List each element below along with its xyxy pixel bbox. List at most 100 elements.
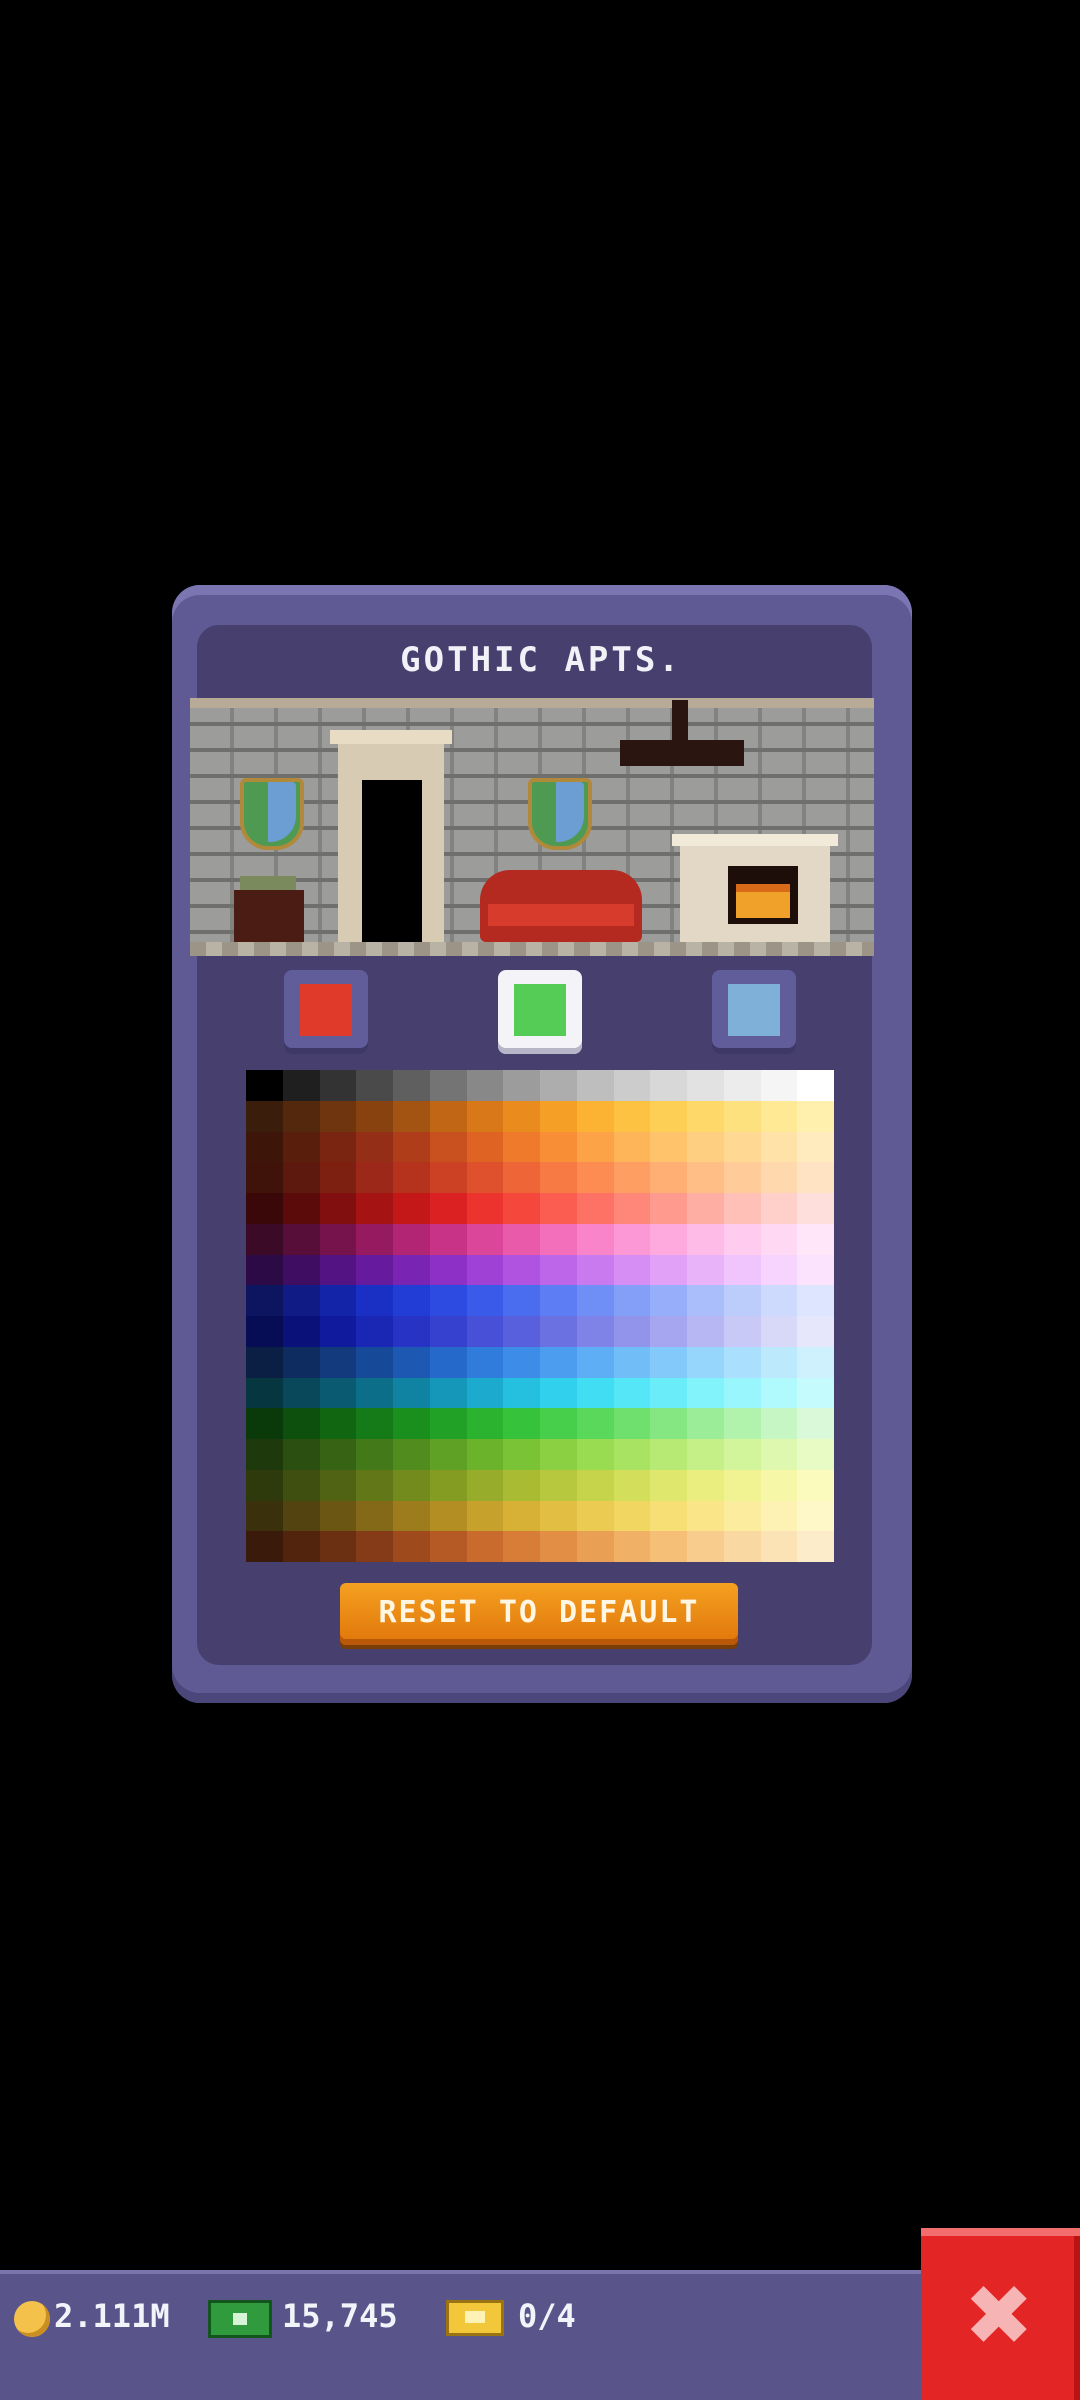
palette-color-5-12[interactable] [687,1223,724,1255]
palette-color-13-8[interactable] [540,1469,577,1501]
palette-color-3-0[interactable] [246,1162,283,1193]
palette-color-7-12[interactable] [687,1285,724,1316]
palette-color-8-8[interactable] [540,1316,577,1347]
palette-color-14-14[interactable] [760,1500,798,1532]
palette-color-8-7[interactable] [503,1316,540,1347]
palette-color-2-3[interactable] [356,1131,393,1163]
palette-color-3-15[interactable] [797,1162,834,1193]
palette-color-12-7[interactable] [503,1439,540,1470]
reset-to-default-button[interactable]: RESET TO DEFAULT [340,1583,738,1645]
palette-color-1-13[interactable] [723,1100,761,1132]
palette-color-11-8[interactable] [540,1408,577,1439]
palette-color-11-9[interactable] [576,1408,614,1439]
palette-color-14-10[interactable] [613,1500,651,1532]
palette-color-6-10[interactable] [613,1254,651,1286]
palette-color-7-10[interactable] [613,1285,651,1316]
palette-color-4-5[interactable] [429,1193,467,1224]
palette-color-4-12[interactable] [687,1193,724,1224]
palette-color-13-15[interactable] [797,1469,834,1501]
palette-color-12-10[interactable] [613,1439,651,1470]
palette-color-15-4[interactable] [393,1531,430,1562]
palette-color-6-1[interactable] [282,1254,320,1286]
palette-color-9-0[interactable] [246,1346,283,1378]
palette-color-1-4[interactable] [393,1100,430,1132]
palette-color-5-14[interactable] [760,1223,798,1255]
palette-color-14-12[interactable] [687,1500,724,1532]
palette-color-8-2[interactable] [319,1316,357,1347]
palette-color-5-1[interactable] [282,1223,320,1255]
palette-color-8-1[interactable] [282,1316,320,1347]
palette-color-1-11[interactable] [650,1100,687,1132]
palette-color-15-11[interactable] [650,1531,687,1562]
palette-color-8-6[interactable] [466,1316,504,1347]
palette-color-6-13[interactable] [723,1254,761,1286]
palette-color-14-15[interactable] [797,1500,834,1532]
palette-color-8-14[interactable] [760,1316,798,1347]
palette-color-2-8[interactable] [540,1131,577,1163]
palette-color-8-5[interactable] [429,1316,467,1347]
palette-color-3-8[interactable] [540,1162,577,1193]
palette-color-7-2[interactable] [319,1285,357,1316]
palette-color-1-5[interactable] [429,1100,467,1132]
palette-color-6-0[interactable] [246,1254,283,1286]
palette-color-6-7[interactable] [503,1254,540,1286]
palette-color-0-2[interactable] [319,1070,357,1101]
palette-color-5-6[interactable] [466,1223,504,1255]
palette-color-13-9[interactable] [576,1469,614,1501]
palette-color-3-7[interactable] [503,1162,540,1193]
palette-color-11-0[interactable] [246,1408,283,1439]
palette-color-4-1[interactable] [282,1193,320,1224]
palette-color-11-14[interactable] [760,1408,798,1439]
palette-color-5-9[interactable] [576,1223,614,1255]
palette-color-8-9[interactable] [576,1316,614,1347]
palette-color-11-15[interactable] [797,1408,834,1439]
palette-color-9-5[interactable] [429,1346,467,1378]
palette-color-14-4[interactable] [393,1500,430,1532]
palette-color-2-13[interactable] [723,1131,761,1163]
palette-color-13-7[interactable] [503,1469,540,1501]
palette-color-4-8[interactable] [540,1193,577,1224]
palette-color-12-8[interactable] [540,1439,577,1470]
palette-color-15-6[interactable] [466,1531,504,1562]
palette-color-3-2[interactable] [319,1162,357,1193]
palette-color-14-1[interactable] [282,1500,320,1532]
palette-color-9-11[interactable] [650,1346,687,1378]
palette-color-7-15[interactable] [797,1285,834,1316]
palette-color-2-2[interactable] [319,1131,357,1163]
palette-color-7-0[interactable] [246,1285,283,1316]
palette-color-1-9[interactable] [576,1100,614,1132]
palette-color-15-8[interactable] [540,1531,577,1562]
palette-color-15-0[interactable] [246,1531,283,1562]
palette-color-5-11[interactable] [650,1223,687,1255]
palette-color-8-3[interactable] [356,1316,393,1347]
palette-color-14-8[interactable] [540,1500,577,1532]
palette-color-3-14[interactable] [760,1162,798,1193]
palette-color-6-9[interactable] [576,1254,614,1286]
palette-color-7-7[interactable] [503,1285,540,1316]
palette-color-14-7[interactable] [503,1500,540,1532]
palette-color-6-8[interactable] [540,1254,577,1286]
palette-color-0-5[interactable] [429,1070,467,1101]
palette-color-15-15[interactable] [797,1531,834,1562]
palette-color-5-10[interactable] [613,1223,651,1255]
palette-color-3-4[interactable] [393,1162,430,1193]
palette-color-0-15[interactable] [797,1070,834,1101]
palette-color-0-14[interactable] [760,1070,798,1101]
palette-color-12-0[interactable] [246,1439,283,1470]
palette-color-10-6[interactable] [466,1377,504,1409]
palette-color-9-13[interactable] [723,1346,761,1378]
palette-color-13-4[interactable] [393,1469,430,1501]
palette-color-0-10[interactable] [613,1070,651,1101]
palette-color-6-15[interactable] [797,1254,834,1286]
palette-color-1-6[interactable] [466,1100,504,1132]
palette-color-9-3[interactable] [356,1346,393,1378]
palette-color-3-6[interactable] [466,1162,504,1193]
palette-color-1-12[interactable] [687,1100,724,1132]
palette-color-3-9[interactable] [576,1162,614,1193]
palette-color-10-5[interactable] [429,1377,467,1409]
palette-color-0-6[interactable] [466,1070,504,1101]
palette-color-6-5[interactable] [429,1254,467,1286]
palette-color-13-3[interactable] [356,1469,393,1501]
palette-color-11-11[interactable] [650,1408,687,1439]
palette-color-0-1[interactable] [282,1070,320,1101]
